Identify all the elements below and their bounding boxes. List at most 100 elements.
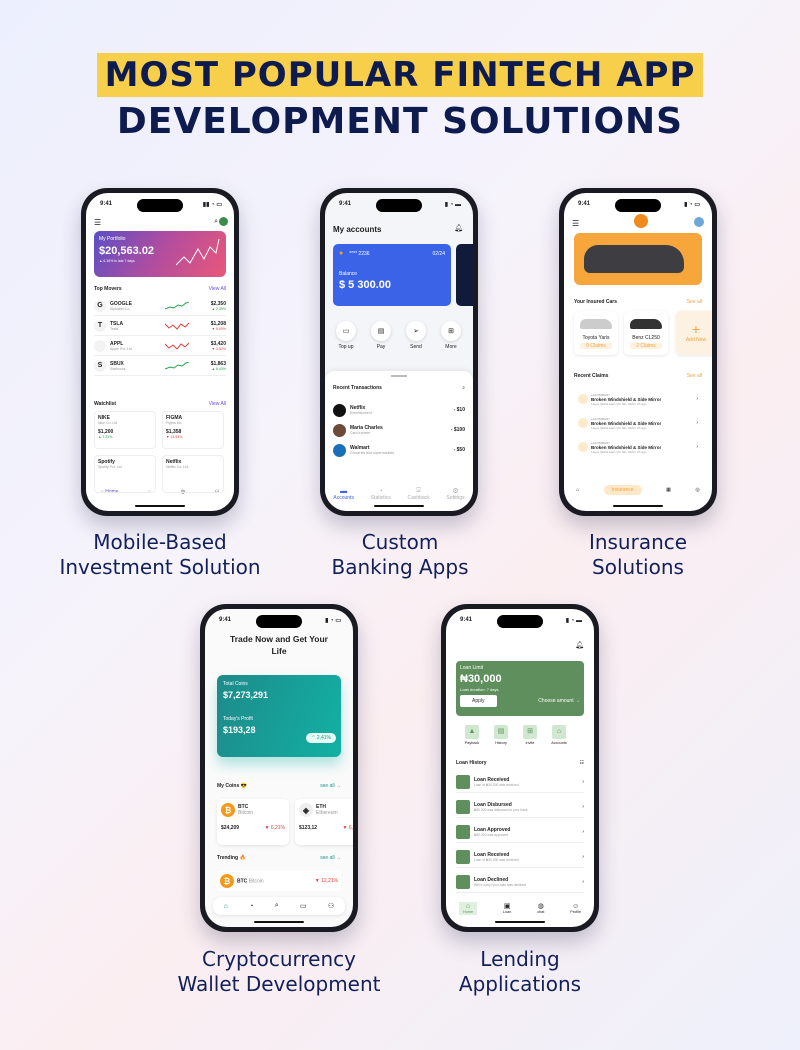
claim-row[interactable]: LA0CB0BEBT Broken Windshield & Side Mirro… [578,436,698,458]
loan-history-row[interactable]: Loan Declined We're sorry! your loan was … [456,871,584,893]
action-more[interactable]: ⊞ More [440,321,462,350]
action-pay[interactable]: ▤ Pay [370,321,392,350]
bell-icon[interactable]: 🔔︎ [454,224,463,232]
stock-logo-icon: T [94,319,106,332]
quick-invite[interactable]: ⊞ Invite [518,725,542,745]
chart-icon[interactable]: ◔ [249,903,253,910]
grid-icon[interactable]: ▦ [666,487,671,493]
loan-history-row[interactable]: Loan Disbursed ₦30,000 was disbursed to y… [456,796,584,818]
sheet-handle[interactable] [391,375,407,377]
action-top-up[interactable]: ▭ Top up [335,321,357,350]
search-icon[interactable]: ⌕ [462,385,465,391]
card-primary[interactable]: ● **** 2236 02/24 Balance $ 5 300.00 [333,244,451,306]
transaction-row[interactable]: Netflix Entertainment - $10 [333,401,465,419]
stock-row[interactable]: T TSLA Tesla $1,208 ▼ 5.00% [94,316,226,336]
tab-chat[interactable]: ◍ chat [537,902,544,914]
caption-line: Wallet Development [177,972,381,996]
see-all-coins[interactable]: see all → [320,783,341,789]
watchlist-card[interactable]: Spotify Spotify Pvt. Ltd. [94,455,156,493]
tab-loan[interactable]: ▣ Loan [503,902,511,914]
action-label: Top up [338,344,354,350]
tab-bar: ⌂ Home ▣ Loan ◍ chat ☺ Profile [446,899,594,917]
stock-price: $1,863 [210,360,226,367]
tab-profile[interactable]: ☺ Profile [570,903,581,914]
insured-car-card[interactable]: Toyota Yaris 0 Claims [574,311,618,355]
quick-history[interactable]: ▤ History [489,725,513,745]
loan-subtitle: Loan of ₦30,000 was received [474,857,519,862]
loan-history-row[interactable]: Loan Received Loan of ₦30,000 was receive… [456,771,584,793]
profile-icon[interactable]: ⚇ [328,902,334,910]
avatar[interactable] [694,217,704,227]
tab-home[interactable]: ⌂ Home [458,901,478,915]
tab-cashback[interactable]: ⌺ Cashback [408,487,430,501]
status-time: 9:41 [219,617,232,623]
filter-icon[interactable]: ☷ [580,760,584,766]
tab-icon: ▣ [503,903,511,910]
menu-icon[interactable]: ☰ [572,219,579,228]
stock-row[interactable]: G GOOGLE Alphabet Co. $2,350 ▲ 2.35% [94,296,226,316]
menu-icon[interactable]: ☰ [94,218,101,227]
transaction-row[interactable]: Maria Charles Card transfer - $100 [333,421,465,439]
avatar[interactable] [219,217,228,226]
stock-name: Starbucks [110,366,126,371]
loan-history-row[interactable]: Loan Approved ₦30,000 was approved › [456,821,584,843]
card-expiry: 02/24 [432,250,445,257]
see-all-trending[interactable]: see all → [320,855,341,861]
loan-subtitle: ₦30,000 was approved [474,832,508,837]
loan-subtitle: We're sorry! your loan was declined [474,882,527,887]
action-label: More [445,344,457,350]
apply-button[interactable]: Apply [460,695,497,707]
home-indicator [495,921,545,923]
choose-amount-link[interactable]: Choose amount → [538,698,580,704]
stock-sparkline [165,342,190,350]
transaction-row[interactable]: Walmart Groceries and supermarkets - $50 [333,441,465,459]
stock-logo-icon: G [94,299,106,312]
add-new-car[interactable]: + Add New [676,311,712,355]
watchlist-view-all[interactable]: View All [209,401,226,407]
quick-accounts[interactable]: ⌂ Accounts [547,725,571,745]
quick-payback[interactable]: ▲ Payback [460,725,484,745]
bitcoin-icon: ₿ [220,874,234,888]
tab-insurance[interactable]: Insurance [603,485,642,495]
card-secondary[interactable] [456,244,473,306]
stock-price: $1,208 [210,320,226,327]
brand-logo [634,214,648,228]
watchlist-card[interactable]: NIKE Nike Co. Ltd. $1,200 ▲ 7.23% [94,411,156,449]
action-label: Pay [376,344,386,350]
claim-row[interactable]: LA0CB0BEBT Broken Windshield & Side Mirro… [578,412,698,434]
tab-accounts[interactable]: ▬ Accounts [333,488,354,501]
loan-history-row[interactable]: Loan Received Loan of ₦30,000 was receive… [456,846,584,868]
watch-name: Nike Co. Ltd. [98,421,119,425]
coin-card[interactable]: ◆ETHEthereum $123,12▼ 6,21% [295,799,353,845]
portfolio-card[interactable]: My Portfolio $20,563.02 ▲ 6.16% in last … [94,231,226,277]
search-icon[interactable]: ⌕ [275,902,279,910]
check-icon[interactable]: ◎ [695,487,699,493]
tab-statistics[interactable]: ◔ Statistics [371,488,391,501]
watchlist-card[interactable]: FIGMA Figma Inc. $1,358 ▼ 14.53% [162,411,224,449]
insured-car-card[interactable]: Benz CL250 2 Claims [624,311,668,355]
total-coins-card[interactable]: Total Coins $7,273,291 Today's Profit $1… [217,675,341,757]
dynamic-island [376,199,422,212]
see-all-claims[interactable]: See all [687,373,702,379]
transaction-amount: - $50 [453,447,465,453]
money-icon [456,774,470,789]
watchlist-card[interactable]: Netflix Netflix Co. Ltd. [162,455,224,493]
claim-meta: Lagos Island East | 02 Jan, 2022 | 9h ag… [591,425,647,430]
see-all-cars[interactable]: See all [687,299,702,305]
home-icon[interactable]: ⌂ [576,487,579,493]
coin-card[interactable]: ₿ BTC Bitcoin $24,209 ▼ 6,21% [217,799,289,845]
action-send[interactable]: ➢ Send [405,321,427,350]
search-icon[interactable]: ⌕ [214,218,218,226]
car-name: Benz CL250 [632,335,660,341]
home-indicator [135,505,185,507]
bell-icon[interactable]: 🔔︎ [575,641,584,649]
home-icon[interactable]: ⌂ [224,903,228,910]
view-all-link[interactable]: View All [209,286,226,292]
card-icon[interactable]: ▭ [300,902,307,910]
trending-item[interactable]: ₿ BTC Bitcoin ▼ 12,21% [217,871,341,891]
stock-row[interactable]: APPL Apple Pvt. Ltd. $3,420 ▼ 3.52% [94,336,226,356]
stock-row[interactable]: S SBUX Starbucks $1,863 ▲ 8.40% [94,356,226,376]
home-indicator [254,921,304,923]
claim-row[interactable]: LA0CB0BEBT Broken Windshield & Side Mirro… [578,388,698,410]
tab-settings[interactable]: ⚙ Settings [447,487,465,501]
